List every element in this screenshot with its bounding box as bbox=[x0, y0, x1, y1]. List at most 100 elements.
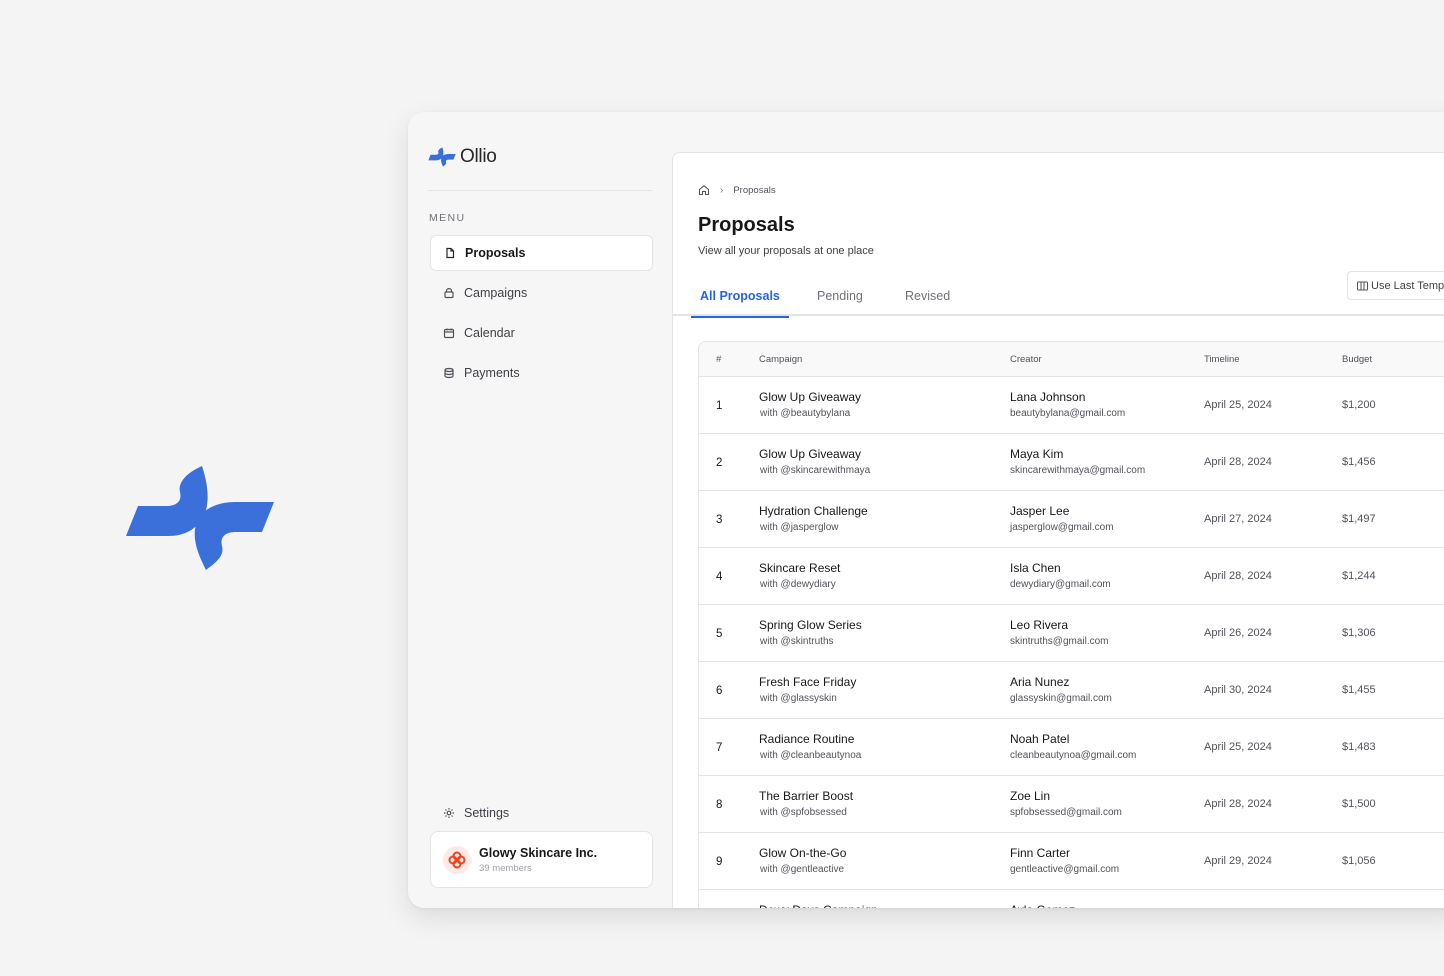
sidebar-item-payments[interactable]: Payments bbox=[430, 355, 653, 391]
budget-amount: $1,497 bbox=[1342, 513, 1376, 525]
sidebar-nav: Proposals Campaigns Calendar Payments bbox=[430, 235, 653, 395]
home-icon[interactable] bbox=[698, 184, 710, 196]
budget-amount: $1,456 bbox=[1342, 456, 1376, 468]
calendar-icon bbox=[443, 328, 455, 339]
creator-name: Aria Nunez bbox=[1010, 675, 1070, 689]
columns-icon bbox=[1357, 281, 1368, 290]
org-members: 39 members bbox=[479, 862, 532, 874]
gear-icon bbox=[444, 808, 454, 818]
timeline-date: April 29, 2024 bbox=[1204, 855, 1272, 867]
creator-name: Maya Kim bbox=[1010, 447, 1064, 461]
campaign-name: Hydration Challenge bbox=[759, 504, 868, 518]
flower-icon bbox=[448, 851, 466, 868]
col-header-creator[interactable]: Creator bbox=[1010, 354, 1042, 365]
page-subtitle: View all your proposals at one place bbox=[698, 245, 874, 257]
table-row[interactable]: 10Dewy Days CampaignAyla Gomez bbox=[699, 890, 1444, 908]
table-row[interactable]: 6 Fresh Face Friday with @glassyskin Aria N… bbox=[699, 662, 1444, 719]
creator-email: skintruths@gmail.com bbox=[1010, 636, 1109, 647]
ollio-logo-icon bbox=[428, 147, 456, 167]
budget-amount: $1,056 bbox=[1342, 855, 1376, 867]
creator-name: Jasper Lee bbox=[1010, 504, 1070, 518]
timeline-date: April 28, 2024 bbox=[1204, 570, 1272, 582]
organization-switcher[interactable]: Glowy Skincare Inc. 39 members bbox=[430, 831, 653, 888]
creator-email: dewydiary@gmail.com bbox=[1010, 579, 1111, 590]
sidebar-item-calendar[interactable]: Calendar bbox=[430, 315, 653, 351]
sidebar-divider bbox=[428, 190, 652, 191]
campaign-handle: with @glassyskin bbox=[760, 693, 837, 704]
breadcrumb-current[interactable]: Proposals bbox=[733, 185, 775, 196]
row-number: 3 bbox=[716, 514, 723, 526]
col-header-num: # bbox=[716, 354, 722, 365]
sidebar-item-settings[interactable]: Settings bbox=[430, 795, 653, 831]
campaign-name: Radiance Routine bbox=[759, 732, 855, 746]
table-body: 1 Glow Up Giveaway with @beautybylana Lana … bbox=[699, 377, 1444, 908]
timeline-date: April 30, 2024 bbox=[1204, 684, 1272, 696]
row-number: 1 bbox=[716, 400, 723, 412]
tab-all-proposals[interactable]: All Proposals bbox=[691, 289, 789, 318]
campaign-name: Dewy Days Campaign bbox=[759, 903, 878, 908]
settings-label: Settings bbox=[464, 806, 510, 820]
col-header-budget[interactable]: Budget bbox=[1342, 354, 1372, 365]
tab-pending[interactable]: Pending bbox=[817, 289, 863, 316]
campaign-handle: with @gentleactive bbox=[760, 864, 845, 875]
table-row[interactable]: 8 The Barrier Boost with @spfobsessed Zoe L… bbox=[699, 776, 1444, 833]
table-row[interactable]: 1 Glow Up Giveaway with @beautybylana Lana … bbox=[699, 377, 1444, 434]
sidebar-item-label: Campaigns bbox=[464, 286, 528, 300]
creator-email: gentleactive@gmail.com bbox=[1010, 864, 1120, 875]
table-row[interactable]: 9 Glow On-the-Go with @gentleactive Finn Ca… bbox=[699, 833, 1444, 890]
campaign-name: The Barrier Boost bbox=[759, 789, 854, 803]
budget-amount: $1,483 bbox=[1342, 741, 1376, 753]
row-number: 8 bbox=[716, 799, 723, 811]
menu-label: MENU bbox=[429, 212, 466, 224]
chevron-right-icon: › bbox=[720, 184, 724, 196]
row-number: 6 bbox=[716, 685, 723, 697]
use-last-template-button[interactable]: Use Last Template bbox=[1347, 271, 1444, 300]
brand-name: Ollio bbox=[460, 146, 497, 167]
campaign-name: Spring Glow Series bbox=[759, 618, 862, 632]
sidebar-item-label: Proposals bbox=[465, 246, 526, 260]
budget-amount: $1,500 bbox=[1342, 798, 1376, 810]
tab-revised[interactable]: Revised bbox=[905, 289, 950, 316]
sidebar-item-campaigns[interactable]: Campaigns bbox=[430, 275, 653, 311]
campaign-handle: with @cleanbeautynoa bbox=[760, 750, 862, 761]
creator-email: beautybylana@gmail.com bbox=[1010, 408, 1126, 419]
sidebar-item-proposals[interactable]: Proposals bbox=[430, 235, 653, 271]
campaign-name: Fresh Face Friday bbox=[759, 675, 857, 689]
ollio-logo-mark-large bbox=[126, 466, 274, 570]
timeline-date: April 28, 2024 bbox=[1204, 456, 1272, 468]
creator-name: Isla Chen bbox=[1010, 561, 1061, 575]
org-avatar bbox=[443, 845, 471, 874]
creator-name: Zoe Lin bbox=[1010, 789, 1051, 803]
col-header-campaign[interactable]: Campaign bbox=[759, 354, 802, 365]
proposals-table: # Campaign Creator Timeline Budget 1 Glow… bbox=[698, 341, 1444, 908]
table-row[interactable]: 5 Spring Glow Series with @skintruths Leo R… bbox=[699, 605, 1444, 662]
budget-amount: $1,455 bbox=[1342, 684, 1376, 696]
campaign-handle: with @jasperglow bbox=[760, 522, 839, 533]
row-number: 5 bbox=[716, 628, 723, 640]
timeline-date: April 25, 2024 bbox=[1204, 741, 1272, 753]
sidebar: Ollio MENU Proposals Campaigns Calendar … bbox=[408, 112, 672, 908]
table-row[interactable]: 4 Skincare Reset with @dewydiary Isla Chen d… bbox=[699, 548, 1444, 605]
creator-name: Ayla Gomez bbox=[1010, 903, 1075, 908]
creator-email: skincarewithmaya@gmail.com bbox=[1010, 465, 1146, 476]
col-header-timeline[interactable]: Timeline bbox=[1204, 354, 1240, 365]
table-row[interactable]: 7 Radiance Routine with @cleanbeautynoa Noa… bbox=[699, 719, 1444, 776]
page-title: Proposals bbox=[698, 214, 795, 236]
campaign-name: Glow On-the-Go bbox=[759, 846, 847, 860]
sidebar-item-label: Payments bbox=[464, 366, 520, 380]
table-header: # Campaign Creator Timeline Budget bbox=[699, 342, 1444, 377]
use-last-template-label: Use Last Template bbox=[1371, 279, 1444, 292]
budget-amount: $1,306 bbox=[1342, 627, 1376, 639]
creator-email: cleanbeautynoa@gmail.com bbox=[1010, 750, 1137, 761]
timeline-date: April 27, 2024 bbox=[1204, 513, 1272, 525]
table-row[interactable]: 3 Hydration Challenge with @jasperglow Jasp… bbox=[699, 491, 1444, 548]
tab-bar: All Proposals Pending Revised bbox=[673, 283, 1444, 318]
row-number: 9 bbox=[716, 856, 723, 868]
lock-icon bbox=[444, 288, 454, 299]
row-number: 7 bbox=[716, 742, 723, 754]
brand[interactable]: Ollio bbox=[428, 146, 497, 168]
budget-amount: $1,200 bbox=[1342, 399, 1376, 411]
creator-name: Leo Rivera bbox=[1010, 618, 1069, 632]
table-row[interactable]: 2 Glow Up Giveaway with @skincarewithmaya M… bbox=[699, 434, 1444, 491]
sidebar-settings: Settings bbox=[430, 795, 653, 835]
